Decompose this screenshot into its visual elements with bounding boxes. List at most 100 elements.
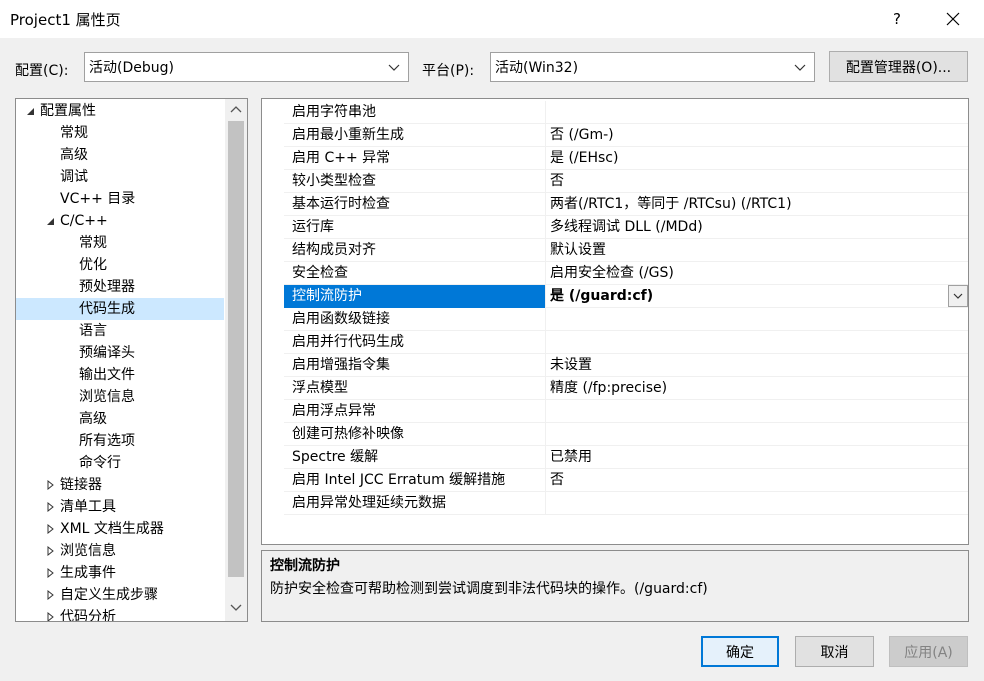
property-value[interactable]: 默认设置 — [547, 239, 967, 262]
tree-item[interactable]: 输出文件 — [16, 364, 224, 386]
collapsed-arrow-icon[interactable] — [44, 518, 56, 540]
collapsed-arrow-icon[interactable] — [44, 540, 56, 562]
tree-item[interactable]: 预处理器 — [16, 276, 224, 298]
tree-scrollbar[interactable] — [225, 99, 247, 621]
property-tree[interactable]: 配置属性 常规 高级 调试 VC++ 目录 C/C++ 常规 优化 预处理器 代码生成 语言 预编译头… — [15, 98, 248, 622]
tree-item-label: 浏览信息 — [79, 389, 135, 405]
tree-item-label: 链接器 — [60, 477, 102, 493]
tree-item[interactable]: 生成事件 — [16, 562, 224, 584]
platform-select[interactable]: 活动(Win32) — [490, 52, 815, 82]
property-row[interactable]: 启用 Intel JCC Erratum 缓解措施否 — [284, 469, 968, 492]
property-name: 启用 Intel JCC Erratum 缓解措施 — [284, 469, 546, 492]
property-row[interactable]: 启用增强指令集 未设置 — [284, 354, 968, 377]
property-value[interactable]: 否 (/Gm-) — [547, 124, 967, 147]
property-value[interactable]: 是 (/EHsc) — [547, 147, 967, 170]
tree-item[interactable]: 链接器 — [16, 474, 224, 496]
close-icon — [946, 12, 960, 26]
property-row[interactable]: 较小类型检查否 — [284, 170, 968, 193]
scroll-down-icon[interactable] — [230, 603, 242, 613]
expanded-arrow-icon[interactable] — [24, 100, 36, 122]
tree-item[interactable]: 自定义生成步骤 — [16, 584, 224, 606]
property-row[interactable]: 启用浮点异常 — [284, 400, 968, 423]
property-value[interactable] — [547, 400, 967, 423]
config-select[interactable]: 活动(Debug) — [84, 52, 409, 82]
tree-item[interactable]: 优化 — [16, 254, 224, 276]
property-row[interactable]: 控制流防护是 (/guard:cf) — [284, 285, 968, 308]
chevron-down-icon — [794, 64, 806, 71]
property-row[interactable]: 启用最小重新生成否 (/Gm-) — [284, 124, 968, 147]
tree-item[interactable]: 代码分析 — [16, 606, 224, 621]
property-dropdown-button[interactable] — [948, 285, 968, 307]
tree-item[interactable]: 预编译头 — [16, 342, 224, 364]
property-row[interactable]: 运行库 多线程调试 DLL (/MDd) — [284, 216, 968, 239]
collapsed-arrow-icon[interactable] — [44, 562, 56, 584]
tree-item[interactable]: 命令行 — [16, 452, 224, 474]
chevron-down-icon — [953, 293, 963, 299]
property-value[interactable]: 多线程调试 DLL (/MDd) — [547, 216, 967, 239]
property-row[interactable]: 结构成员对齐 默认设置 — [284, 239, 968, 262]
property-row[interactable]: 启用并行代码生成 — [284, 331, 968, 354]
property-name: 启用增强指令集 — [284, 354, 546, 377]
cancel-button[interactable]: 取消 — [795, 636, 874, 667]
tree-item[interactable]: 语言 — [16, 320, 224, 342]
property-name: Spectre 缓解 — [284, 446, 546, 469]
tree-item[interactable]: XML 文档生成器 — [16, 518, 224, 540]
tree-item[interactable]: 所有选项 — [16, 430, 224, 452]
tree-item[interactable]: 代码生成 — [16, 298, 224, 320]
property-grid[interactable]: 启用字符串池 启用最小重新生成否 (/Gm-) 启用 C++ 异常是 (/EHsc)… — [261, 98, 969, 545]
property-value[interactable] — [547, 492, 967, 515]
property-value[interactable]: 已禁用 — [547, 446, 967, 469]
tree-item-label: 高级 — [60, 147, 88, 163]
tree-item[interactable]: VC++ 目录 — [16, 188, 224, 210]
tree-item-label: 代码生成 — [79, 301, 135, 317]
tree-item[interactable]: 配置属性 — [16, 100, 224, 122]
collapsed-arrow-icon[interactable] — [44, 474, 56, 496]
tree-item-label: VC++ 目录 — [60, 191, 136, 207]
tree-item[interactable]: 调试 — [16, 166, 224, 188]
property-row[interactable]: 启用 C++ 异常是 (/EHsc) — [284, 147, 968, 170]
config-manager-button[interactable]: 配置管理器(O)... — [829, 51, 968, 82]
property-value[interactable]: 精度 (/fp:precise) — [547, 377, 967, 400]
collapsed-arrow-icon[interactable] — [44, 584, 56, 606]
property-name: 浮点模型 — [284, 377, 546, 400]
expanded-arrow-icon[interactable] — [44, 210, 56, 232]
property-value[interactable]: 是 (/guard:cf) — [547, 285, 967, 308]
collapsed-arrow-icon[interactable] — [44, 496, 56, 518]
scroll-up-icon[interactable] — [230, 104, 242, 114]
property-value[interactable]: 否 — [547, 170, 967, 193]
property-value[interactable]: 启用安全检查 (/GS) — [547, 262, 967, 285]
tree-item[interactable]: C/C++ — [16, 210, 224, 232]
apply-button[interactable]: 应用(A) — [889, 636, 968, 667]
property-row[interactable]: 启用函数级链接 — [284, 308, 968, 331]
collapsed-arrow-icon[interactable] — [44, 606, 56, 621]
help-button[interactable]: ? — [876, 4, 918, 34]
property-value[interactable] — [547, 331, 967, 354]
property-row[interactable]: 启用异常处理延续元数据 — [284, 492, 968, 515]
tree-item[interactable]: 浏览信息 — [16, 540, 224, 562]
property-row[interactable]: Spectre 缓解 已禁用 — [284, 446, 968, 469]
tree-item[interactable]: 高级 — [16, 144, 224, 166]
property-value[interactable] — [547, 101, 967, 124]
property-row[interactable]: 浮点模型 精度 (/fp:precise) — [284, 377, 968, 400]
property-value[interactable]: 两者(/RTC1，等同于 /RTCsu) (/RTC1) — [547, 193, 967, 216]
tree-item[interactable]: 常规 — [16, 122, 224, 144]
tree-item[interactable]: 常规 — [16, 232, 224, 254]
tree-item[interactable]: 清单工具 — [16, 496, 224, 518]
tree-item-label: 语言 — [79, 323, 107, 339]
property-row[interactable]: 启用字符串池 — [284, 101, 968, 124]
property-row[interactable]: 安全检查 启用安全检查 (/GS) — [284, 262, 968, 285]
property-name: 启用函数级链接 — [284, 308, 546, 331]
property-row[interactable]: 基本运行时检查 两者(/RTC1，等同于 /RTCsu) (/RTC1) — [284, 193, 968, 216]
tree-item-label: 预处理器 — [79, 279, 135, 295]
title-bar: Project1 属性页 ? — [0, 0, 984, 38]
close-button[interactable] — [930, 4, 976, 34]
tree-scrollbar-thumb[interactable] — [228, 121, 244, 577]
property-value[interactable] — [547, 423, 967, 446]
ok-button[interactable]: 确定 — [701, 636, 779, 667]
property-row[interactable]: 创建可热修补映像 — [284, 423, 968, 446]
property-value[interactable]: 未设置 — [547, 354, 967, 377]
property-value[interactable] — [547, 308, 967, 331]
tree-item[interactable]: 浏览信息 — [16, 386, 224, 408]
tree-item[interactable]: 高级 — [16, 408, 224, 430]
property-value[interactable]: 否 — [547, 469, 967, 492]
